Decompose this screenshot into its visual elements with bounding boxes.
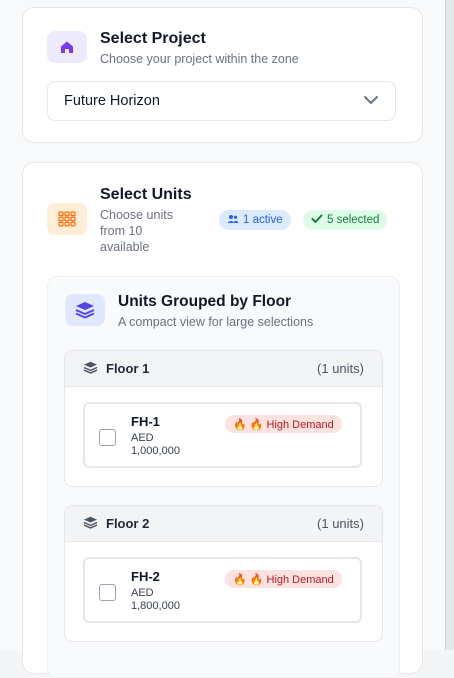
floor-name: Floor 2 [106,516,150,531]
layers-small-icon [83,361,98,377]
grid-icon [47,203,87,235]
select-project-title: Select Project [100,30,206,47]
subtitle-line: Choose units [100,208,173,222]
subtitle-line: available [100,240,150,254]
active-users-badge: 1 active [219,210,291,230]
select-project-card: Select Project Choose your project withi… [22,7,423,143]
floor-unit-count: (1 units) [317,516,364,531]
unit-card[interactable]: FH-2 AED 1,800,000 🔥 🔥 High Demand [83,557,362,623]
subtitle-line: from 10 [100,224,143,238]
floor-name: Floor 1 [106,361,150,376]
unit-code: FH-1 [131,414,160,429]
project-select[interactable]: Future Horizon [47,81,396,121]
grouped-subtitle: A compact view for large selections [118,315,314,329]
unit-price: 1,800,000 [131,600,180,612]
floor-title: Floor 2 [83,516,149,532]
unit-currency: AED [131,587,154,599]
select-units-subtitle: Choose units from 10 available [100,207,173,255]
selected-count-badge: 5 selected [303,210,388,230]
chevron-down-icon [363,93,379,109]
high-demand-badge: 🔥 🔥 High Demand [225,570,342,588]
scrollbar[interactable] [445,0,454,650]
unit-currency: AED [131,432,154,444]
check-icon [311,214,323,227]
units-grouped-panel: Units Grouped by Floor A compact view fo… [47,276,400,678]
select-units-card: Select Units Choose units from 10 availa… [22,162,423,678]
users-icon [227,214,239,227]
unit-code: FH-2 [131,569,160,584]
selected-badge-label: 5 selected [327,214,380,226]
active-badge-label: 1 active [243,214,283,226]
unit-checkbox[interactable] [99,429,116,446]
floor-group: Floor 2 (1 units) FH-2 AED 1,800,000 🔥 🔥… [64,505,383,642]
select-project-subtitle: Choose your project within the zone [100,52,299,66]
floor-unit-count: (1 units) [317,361,364,376]
floor-title: Floor 1 [83,361,149,377]
project-select-value: Future Horizon [64,93,160,109]
grouped-title: Units Grouped by Floor [118,293,292,310]
floor-group: Floor 1 (1 units) FH-1 AED 1,000,000 🔥 🔥… [64,350,383,487]
unit-price: 1,000,000 [131,445,180,457]
select-units-title: Select Units [100,186,192,203]
floor-header[interactable]: Floor 2 (1 units) [65,506,382,542]
layers-small-icon [83,516,98,532]
home-icon [47,31,87,63]
floor-header[interactable]: Floor 1 (1 units) [65,351,382,387]
high-demand-badge: 🔥 🔥 High Demand [225,415,342,433]
unit-card[interactable]: FH-1 AED 1,000,000 🔥 🔥 High Demand [83,402,362,468]
unit-checkbox[interactable] [99,584,116,601]
layers-icon [65,294,105,326]
